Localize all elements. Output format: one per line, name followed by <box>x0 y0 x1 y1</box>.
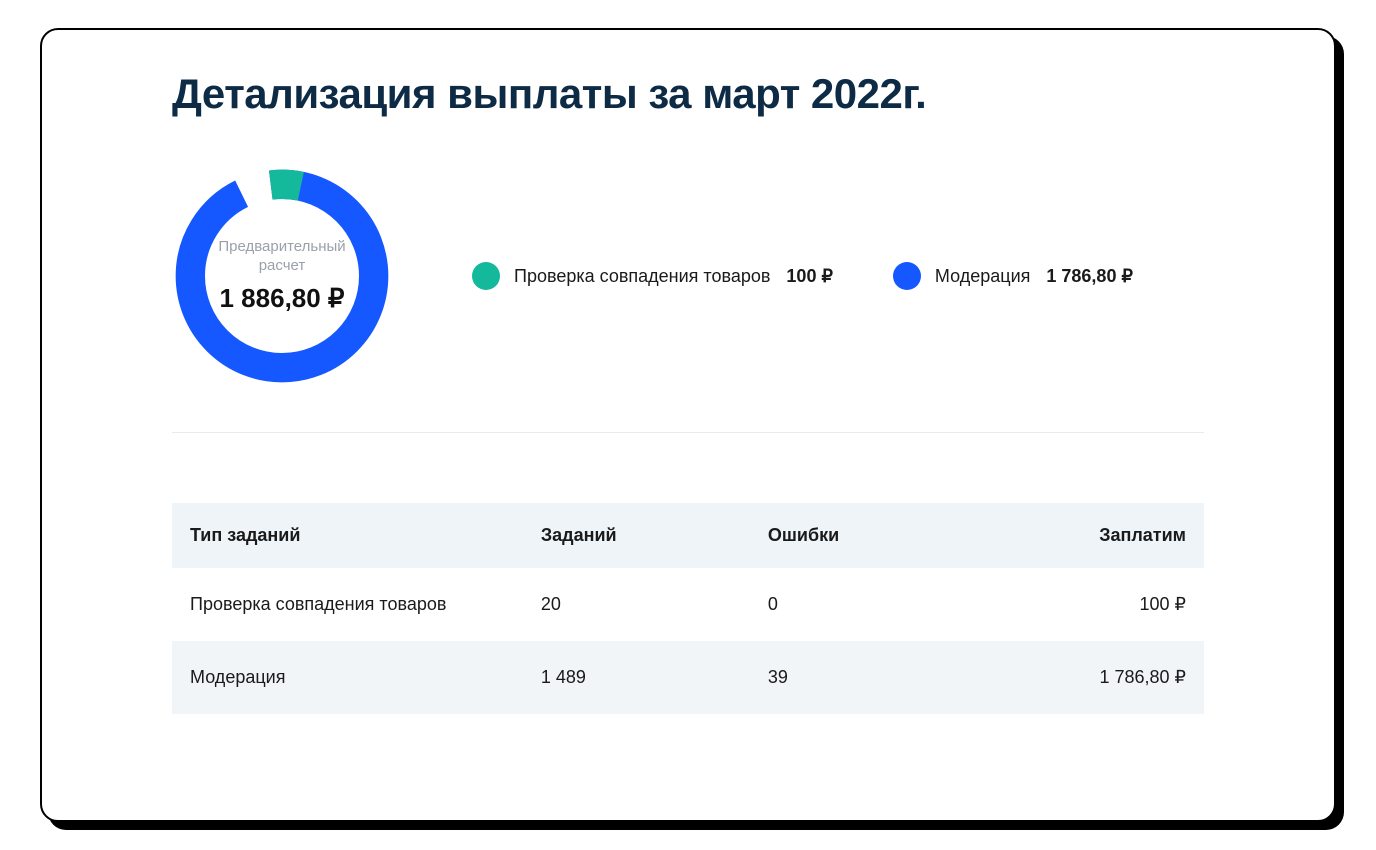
legend-item-moderation: Модерация 1 786,80 ₽ <box>893 262 1133 290</box>
summary-row: Предварительный расчет 1 886,80 ₽ Провер… <box>172 166 1204 386</box>
donut-label: Предварительный расчет <box>218 238 345 276</box>
table-row: Проверка совпадения товаров 20 0 100 ₽ <box>172 568 1204 641</box>
legend-dot-icon <box>893 262 921 290</box>
cell-pay: 100 ₽ <box>977 568 1204 641</box>
cell-type: Проверка совпадения товаров <box>172 568 523 641</box>
donut-total: 1 886,80 ₽ <box>220 283 345 314</box>
cell-type: Модерация <box>172 641 523 714</box>
donut-label-line1: Предварительный <box>218 238 345 255</box>
th-errors: Ошибки <box>750 503 977 568</box>
table-row: Модерация 1 489 39 1 786,80 ₽ <box>172 641 1204 714</box>
legend-item-matching: Проверка совпадения товаров 100 ₽ <box>472 262 833 290</box>
legend-amount: 100 ₽ <box>786 266 833 287</box>
th-pay: Заплатим <box>977 503 1204 568</box>
donut-center: Предварительный расчет 1 886,80 ₽ <box>172 166 392 386</box>
cell-pay: 1 786,80 ₽ <box>977 641 1204 714</box>
legend-label: Модерация <box>935 266 1030 287</box>
table-header-row: Тип заданий Заданий Ошибки Заплатим <box>172 503 1204 568</box>
legend-label: Проверка совпадения товаров <box>514 266 770 287</box>
legend-dot-icon <box>472 262 500 290</box>
th-type: Тип заданий <box>172 503 523 568</box>
cell-tasks: 20 <box>523 568 750 641</box>
donut-chart: Предварительный расчет 1 886,80 ₽ <box>172 166 392 386</box>
payout-detail-card: Детализация выплаты за март 2022г. Предв… <box>40 28 1336 822</box>
cell-errors: 39 <box>750 641 977 714</box>
page-title: Детализация выплаты за март 2022г. <box>172 70 1204 118</box>
donut-label-line2: расчет <box>259 257 306 274</box>
cell-tasks: 1 489 <box>523 641 750 714</box>
payout-table: Тип заданий Заданий Ошибки Заплатим Пров… <box>172 503 1204 714</box>
th-tasks: Заданий <box>523 503 750 568</box>
divider <box>172 432 1204 433</box>
legend-amount: 1 786,80 ₽ <box>1046 266 1133 287</box>
cell-errors: 0 <box>750 568 977 641</box>
legend: Проверка совпадения товаров 100 ₽ Модера… <box>472 262 1133 290</box>
